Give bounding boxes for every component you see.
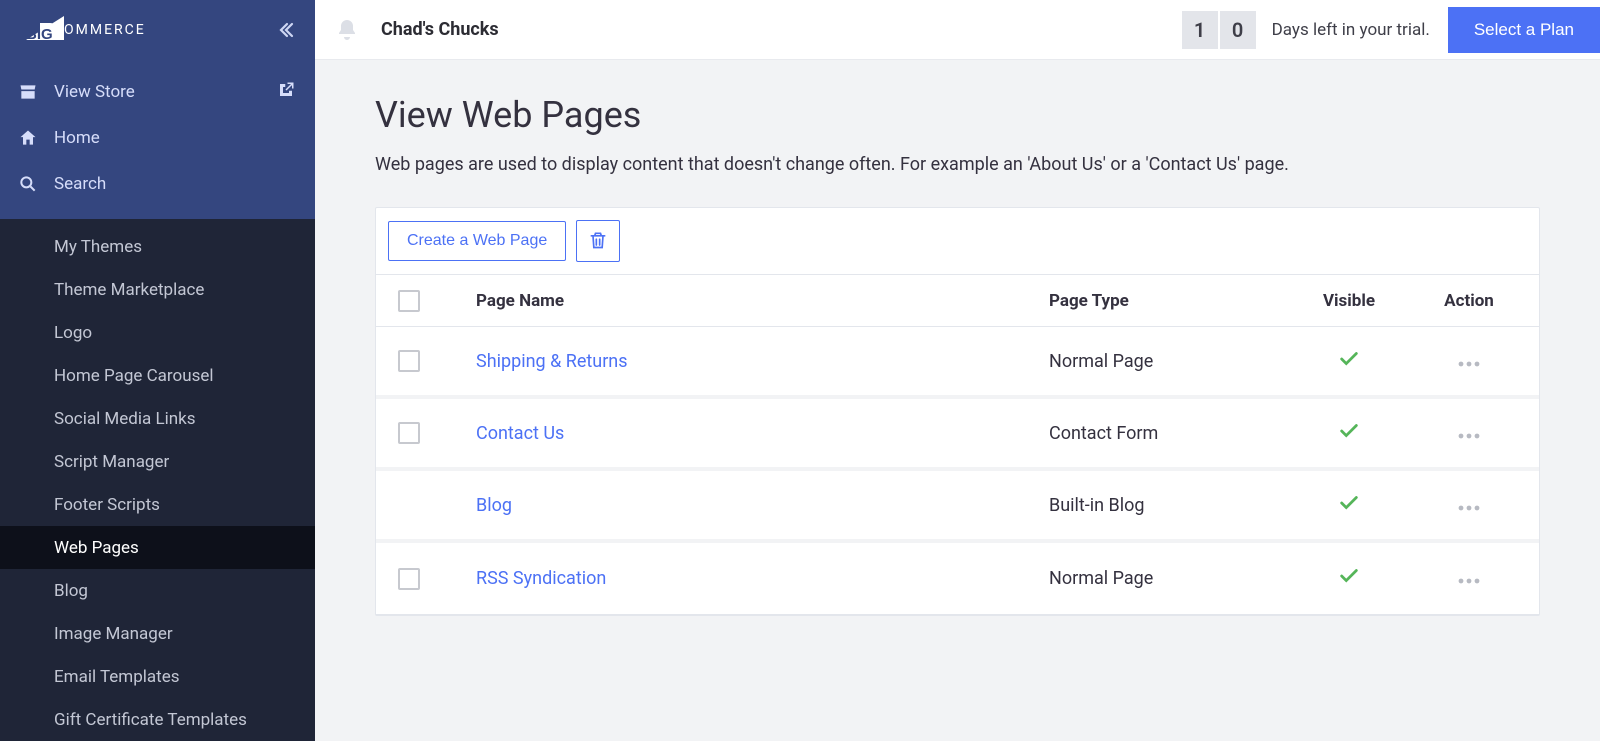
nav-view-store[interactable]: View Store <box>0 69 315 115</box>
page-name-link[interactable]: Blog <box>476 495 512 516</box>
sidebar-sub-item[interactable]: Email Templates <box>0 655 315 698</box>
topbar: Chad's Chucks 1 0 Days left in your tria… <box>315 0 1600 60</box>
sidebar-sub-item-label: Image Manager <box>54 624 173 644</box>
nav-home-label: Home <box>54 128 295 148</box>
sidebar: BIG OMMERCE View Store Home <box>0 0 315 741</box>
row-actions-button[interactable] <box>1457 421 1481 446</box>
row-actions-button[interactable] <box>1457 493 1481 518</box>
sidebar-sub-item[interactable]: Social Media Links <box>0 397 315 440</box>
sidebar-sub-item-label: Web Pages <box>54 538 139 558</box>
sidebar-sub-item[interactable]: Gift Certificate Templates <box>0 698 315 741</box>
row-checkbox[interactable] <box>398 568 420 590</box>
table-header-row: Page Name Page Type Visible Action <box>376 275 1539 327</box>
sidebar-sub-item-label: Script Manager <box>54 452 169 472</box>
nav-home[interactable]: Home <box>0 115 315 161</box>
sidebar-sub-item[interactable]: Web Pages <box>0 526 315 569</box>
page-name-link[interactable]: Contact Us <box>476 423 564 444</box>
page-type-cell: Contact Form <box>1049 423 1289 444</box>
sidebar-sub-item[interactable]: Footer Scripts <box>0 483 315 526</box>
trial-text: Days left in your trial. <box>1272 20 1430 40</box>
create-web-page-button[interactable]: Create a Web Page <box>388 221 566 261</box>
sidebar-sub-item[interactable]: Theme Marketplace <box>0 268 315 311</box>
visible-check-icon[interactable] <box>1338 420 1360 447</box>
select-all-checkbox[interactable] <box>398 290 420 312</box>
collapse-sidebar-button[interactable] <box>275 20 295 40</box>
table-row: RSS Syndication Normal Page <box>376 543 1539 615</box>
trash-icon <box>588 230 608 253</box>
sidebar-sub-item-label: Email Templates <box>54 667 180 687</box>
notifications-button[interactable] <box>335 18 359 42</box>
row-actions-button[interactable] <box>1457 349 1481 374</box>
sidebar-header: BIG OMMERCE <box>0 0 315 59</box>
th-page-type: Page Type <box>1049 291 1289 311</box>
table-row: Blog Built-in Blog <box>376 471 1539 543</box>
sidebar-sub-nav: My Themes Theme Marketplace Logo Home Page … <box>0 219 315 741</box>
nav-search-label: Search <box>54 174 295 194</box>
sidebar-sub-item[interactable]: Script Manager <box>0 440 315 483</box>
trial-digit-1: 0 <box>1220 11 1256 49</box>
page-name-link[interactable]: Shipping & Returns <box>476 351 628 372</box>
brand-logo[interactable]: BIG OMMERCE <box>16 16 275 44</box>
sidebar-sub-item-label: Home Page Carousel <box>54 366 214 386</box>
sidebar-sub-item-label: Social Media Links <box>54 409 196 429</box>
sidebar-sub-item[interactable]: My Themes <box>0 225 315 268</box>
sidebar-sub-item-label: Footer Scripts <box>54 495 160 515</box>
row-checkbox[interactable] <box>398 350 420 372</box>
row-actions-button[interactable] <box>1457 566 1481 591</box>
th-action: Action <box>1409 291 1529 311</box>
th-visible: Visible <box>1289 291 1409 311</box>
main-area: Chad's Chucks 1 0 Days left in your tria… <box>315 0 1600 741</box>
home-icon <box>18 128 54 148</box>
visible-check-icon[interactable] <box>1338 348 1360 375</box>
page-type-cell: Normal Page <box>1049 351 1289 372</box>
select-plan-button[interactable]: Select a Plan <box>1448 7 1600 53</box>
visible-check-icon[interactable] <box>1338 565 1360 592</box>
external-link-icon <box>277 81 295 104</box>
sidebar-sub-item-label: Theme Marketplace <box>54 280 204 300</box>
storefront-icon <box>18 82 54 102</box>
sidebar-primary-nav: View Store Home Search <box>0 59 315 219</box>
pages-panel: Create a Web Page Page Name Page Type Vi… <box>375 207 1540 616</box>
sidebar-sub-item-label: Blog <box>54 581 88 601</box>
page-type-cell: Normal Page <box>1049 568 1289 589</box>
store-name: Chad's Chucks <box>381 19 499 40</box>
sidebar-sub-item[interactable]: Logo <box>0 311 315 354</box>
brand-name-suffix: OMMERCE <box>64 22 146 38</box>
panel-toolbar: Create a Web Page <box>376 208 1539 275</box>
table-row: Shipping & Returns Normal Page <box>376 327 1539 399</box>
sidebar-sub-item-label: Logo <box>54 323 92 343</box>
content: View Web Pages Web pages are used to dis… <box>315 60 1600 741</box>
sidebar-sub-item[interactable]: Blog <box>0 569 315 612</box>
nav-search[interactable]: Search <box>0 161 315 207</box>
sidebar-sub-item[interactable]: Home Page Carousel <box>0 354 315 397</box>
visible-check-icon[interactable] <box>1338 492 1360 519</box>
svg-text:BIG: BIG <box>26 26 53 43</box>
trial-digit-0: 1 <box>1182 11 1218 49</box>
sidebar-sub-item[interactable]: Image Manager <box>0 612 315 655</box>
search-icon <box>18 174 54 194</box>
sidebar-sub-item-label: Gift Certificate Templates <box>54 710 247 730</box>
row-checkbox[interactable] <box>398 422 420 444</box>
delete-button[interactable] <box>576 220 620 262</box>
sidebar-sub-item-label: My Themes <box>54 237 142 257</box>
table-row: Contact Us Contact Form <box>376 399 1539 471</box>
page-type-cell: Built-in Blog <box>1049 495 1289 516</box>
nav-view-store-label: View Store <box>54 82 277 102</box>
bigcommerce-logo-icon: BIG <box>16 16 66 44</box>
page-title: View Web Pages <box>375 94 1540 136</box>
page-name-link[interactable]: RSS Syndication <box>476 568 606 589</box>
th-page-name: Page Name <box>476 291 1049 311</box>
table-body: Shipping & ReturnsNormal PageContact UsC… <box>376 327 1539 615</box>
page-subtitle: Web pages are used to display content th… <box>375 154 1540 175</box>
